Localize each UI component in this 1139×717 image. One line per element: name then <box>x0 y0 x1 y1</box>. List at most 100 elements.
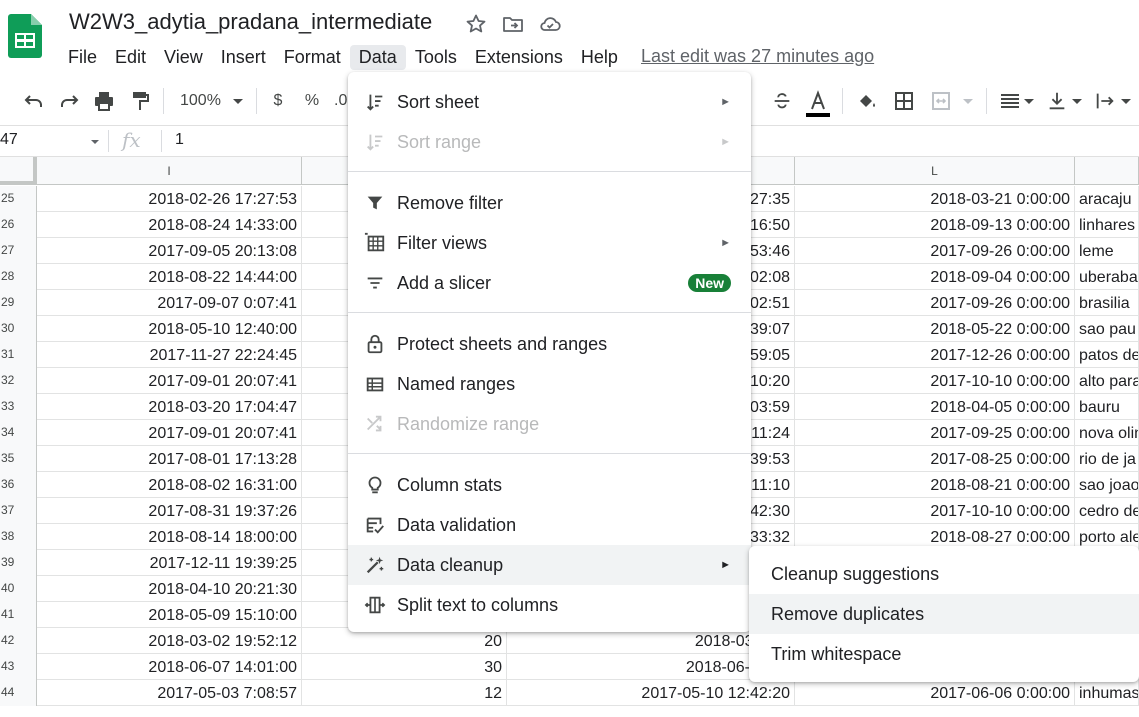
borders-icon[interactable] <box>892 89 916 113</box>
text-wrapping-icon[interactable] <box>1094 89 1116 113</box>
halign-dropdown-icon[interactable] <box>1023 89 1035 113</box>
column-header-l[interactable]: L <box>795 157 1075 185</box>
cell-i[interactable]: 2017-12-11 19:39:25 <box>37 550 302 576</box>
submenu-item-cleanup-suggestions[interactable]: Cleanup suggestions <box>749 554 1139 594</box>
column-header-i[interactable]: I <box>37 157 302 185</box>
undo-icon[interactable] <box>22 89 46 113</box>
submenu-item-remove-duplicates[interactable]: Remove duplicates <box>749 594 1139 634</box>
star-icon[interactable] <box>464 12 488 36</box>
cell-l[interactable]: 2018-09-13 0:00:00 <box>795 212 1075 238</box>
zoom-select[interactable]: 100% <box>180 89 221 113</box>
cell-m[interactable]: inhumas <box>1075 680 1139 706</box>
document-title[interactable]: W2W3_adytia_pradana_intermediate <box>69 9 432 35</box>
select-all-corner[interactable] <box>0 157 37 185</box>
menu-tools[interactable]: Tools <box>406 45 466 70</box>
cell-i[interactable]: 2018-04-10 20:21:30 <box>37 576 302 602</box>
cell-i[interactable]: 2017-09-07 0:07:41 <box>37 290 302 316</box>
menu-item-split-text[interactable]: Split text to columns <box>348 585 751 625</box>
cell-i[interactable]: 2018-05-10 12:40:00 <box>37 316 302 342</box>
menu-file[interactable]: File <box>59 45 106 70</box>
cell-i[interactable]: 2017-08-31 19:37:26 <box>37 498 302 524</box>
menu-item-remove-filter[interactable]: Remove filter <box>348 183 751 223</box>
text-color-icon[interactable] <box>804 89 832 119</box>
redo-icon[interactable] <box>57 89 81 113</box>
cell-l[interactable]: 2017-09-26 0:00:00 <box>795 290 1075 316</box>
cell-l[interactable]: 2017-06-06 0:00:00 <box>795 680 1075 706</box>
menu-edit[interactable]: Edit <box>106 45 155 70</box>
last-edit-link[interactable]: Last edit was 27 minutes ago <box>641 46 874 67</box>
cell-j[interactable]: 12 <box>302 680 507 706</box>
row-header[interactable]: 31 <box>0 342 37 368</box>
cell-l[interactable]: 2018-04-05 0:00:00 <box>795 394 1075 420</box>
cell-m[interactable]: uberaba <box>1075 264 1139 290</box>
cell-i[interactable]: 2018-08-22 14:44:00 <box>37 264 302 290</box>
row-header[interactable]: 40 <box>0 576 37 602</box>
cell-i[interactable]: 2018-02-26 17:27:53 <box>37 186 302 212</box>
menu-item-filter-views[interactable]: Filter views ► <box>348 223 751 263</box>
row-header[interactable]: 35 <box>0 446 37 472</box>
cell-m[interactable]: sao pau <box>1075 316 1139 342</box>
cell-m[interactable]: leme <box>1075 238 1139 264</box>
cell-l[interactable]: 2017-10-10 0:00:00 <box>795 368 1075 394</box>
row-header[interactable]: 36 <box>0 472 37 498</box>
merge-cells-icon[interactable] <box>929 89 953 113</box>
percent-format-button[interactable]: % <box>303 89 321 113</box>
row-header[interactable]: 25 <box>0 186 37 212</box>
cell-i[interactable]: 2017-09-01 20:07:41 <box>37 420 302 446</box>
cell-l[interactable]: 2017-08-25 0:00:00 <box>795 446 1075 472</box>
row-header[interactable]: 43 <box>0 654 37 680</box>
cell-l[interactable]: 2017-12-26 0:00:00 <box>795 342 1075 368</box>
cell-i[interactable]: 2018-08-24 14:33:00 <box>37 212 302 238</box>
menu-help[interactable]: Help <box>572 45 627 70</box>
cell-k[interactable]: 2017-05-10 12:42:20 <box>507 680 795 706</box>
cell-m[interactable]: sao joao <box>1075 472 1139 498</box>
menu-data[interactable]: Data <box>349 44 406 70</box>
formula-input[interactable]: 1 <box>175 131 184 149</box>
row-header[interactable]: 34 <box>0 420 37 446</box>
zoom-dropdown-icon[interactable] <box>231 89 245 113</box>
cell-m[interactable]: cedro de <box>1075 498 1139 524</box>
menu-insert[interactable]: Insert <box>212 45 275 70</box>
row-header[interactable]: 32 <box>0 368 37 394</box>
row-header[interactable]: 27 <box>0 238 37 264</box>
row-header[interactable]: 26 <box>0 212 37 238</box>
name-box[interactable]: 47 <box>0 131 18 149</box>
decrease-decimal-button[interactable]: .0 <box>334 89 348 113</box>
cell-m[interactable]: nova olin <box>1075 420 1139 446</box>
menu-item-named-ranges[interactable]: Named ranges <box>348 364 751 404</box>
cell-m[interactable]: alto para <box>1075 368 1139 394</box>
cell-i[interactable]: 2017-11-27 22:24:45 <box>37 342 302 368</box>
row-header[interactable]: 33 <box>0 394 37 420</box>
cell-i[interactable]: 2017-09-01 20:07:41 <box>37 368 302 394</box>
submenu-item-trim-whitespace[interactable]: Trim whitespace <box>749 634 1139 674</box>
print-icon[interactable] <box>92 89 116 113</box>
merge-dropdown-icon[interactable] <box>962 89 974 113</box>
cell-l[interactable]: 2018-03-21 0:00:00 <box>795 186 1075 212</box>
cell-m[interactable]: linhares <box>1075 212 1139 238</box>
cell-m[interactable]: rio de ja <box>1075 446 1139 472</box>
row-header[interactable]: 37 <box>0 498 37 524</box>
cell-i[interactable]: 2017-05-03 7:08:57 <box>37 680 302 706</box>
cell-m[interactable]: bauru <box>1075 394 1139 420</box>
cell-i[interactable]: 2018-03-20 17:04:47 <box>37 394 302 420</box>
cell-i[interactable]: 2017-08-01 17:13:28 <box>37 446 302 472</box>
cell-l[interactable]: 2017-09-26 0:00:00 <box>795 238 1075 264</box>
row-header[interactable]: 41 <box>0 602 37 628</box>
row-header[interactable]: 30 <box>0 316 37 342</box>
move-to-folder-icon[interactable] <box>501 12 525 36</box>
menu-item-add-slicer[interactable]: Add a slicer New <box>348 263 751 303</box>
menu-view[interactable]: View <box>155 45 212 70</box>
strikethrough-icon[interactable] <box>771 89 793 113</box>
vertical-align-icon[interactable] <box>1046 89 1068 113</box>
cell-l[interactable]: 2018-09-04 0:00:00 <box>795 264 1075 290</box>
cell-m[interactable]: aracaju <box>1075 186 1139 212</box>
cloud-saved-icon[interactable] <box>538 12 562 36</box>
cell-i[interactable]: 2018-05-09 15:10:00 <box>37 602 302 628</box>
cell-m[interactable]: patos de <box>1075 342 1139 368</box>
fill-color-icon[interactable] <box>855 89 879 113</box>
menu-extensions[interactable]: Extensions <box>466 45 572 70</box>
menu-format[interactable]: Format <box>275 45 350 70</box>
cell-l[interactable]: 2018-08-21 0:00:00 <box>795 472 1075 498</box>
row-header[interactable]: 29 <box>0 290 37 316</box>
paint-format-icon[interactable] <box>128 89 152 113</box>
